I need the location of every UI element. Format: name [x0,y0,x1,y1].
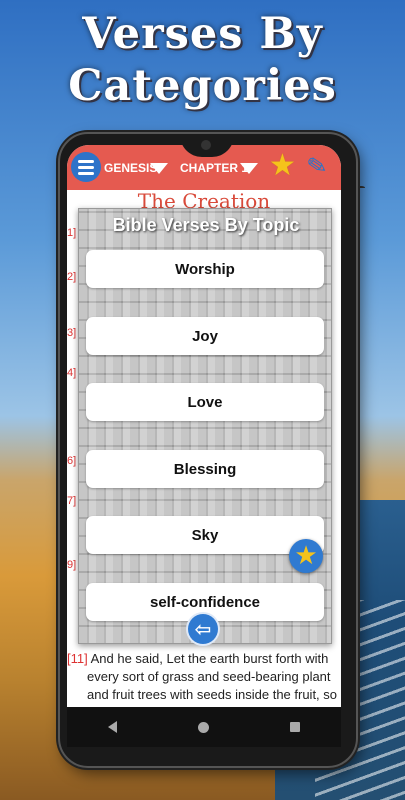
promo-title-line1: Verses By [82,9,323,59]
bird-icon [357,186,365,189]
verse-number: 2] [67,271,77,283]
promo-title-line2: Categories [68,61,337,111]
nav-home-icon[interactable] [197,721,209,733]
verse-line-text: every sort of grass and seed-bearing pla… [87,669,331,684]
verse-text: [11] And he said, Let the earth burst fo… [67,650,341,704]
verse-number: [11] [67,651,88,666]
verse-line: [11] And he said, Let the earth burst fo… [67,650,341,668]
verse-number: 4] [67,367,77,379]
verse-line-text: and fruit trees with seeds inside the fr… [87,687,338,702]
topic-button-joy[interactable]: Joy [86,317,324,355]
dialog-title: Bible Verses By Topic [112,215,300,235]
arrow-left-icon[interactable]: ⇦ [188,614,218,644]
verse-line: and fruit trees with seeds inside the fr… [67,686,341,704]
verse-number: 9] [67,559,77,571]
chevron-down-icon[interactable] [240,163,258,174]
hamburger-icon[interactable] [71,152,101,182]
topic-button-blessing[interactable]: Blessing [86,450,324,488]
topic-button-love[interactable]: Love [86,383,324,421]
verse-number: 3] [67,327,77,339]
verse-number: 6] [67,455,77,467]
pen-icon[interactable]: ✎ [305,149,330,182]
nav-back-icon[interactable] [107,721,117,733]
promo-title: Verses By Categories [0,8,405,112]
topic-button-worship[interactable]: Worship [86,250,324,288]
favorites-star-icon[interactable]: ★ [289,539,323,573]
topic-dialog: Bible Verses By Topic Worship Joy Love B… [78,208,332,644]
star-icon[interactable]: ★ [269,149,296,183]
verse-line-text: And he said, Let the earth burst forth w… [87,651,329,666]
verse-number: 7] [67,495,77,507]
nav-recents-icon[interactable] [290,722,301,732]
chevron-down-icon[interactable] [150,163,168,174]
camera-icon [201,140,211,150]
topic-button-sky[interactable]: Sky [86,516,324,554]
chapter-selector[interactable]: CHAPTER 1 [180,161,248,175]
verse-number: 1] [67,227,77,239]
verse-line: every sort of grass and seed-bearing pla… [67,668,341,686]
system-navbar [67,707,341,747]
